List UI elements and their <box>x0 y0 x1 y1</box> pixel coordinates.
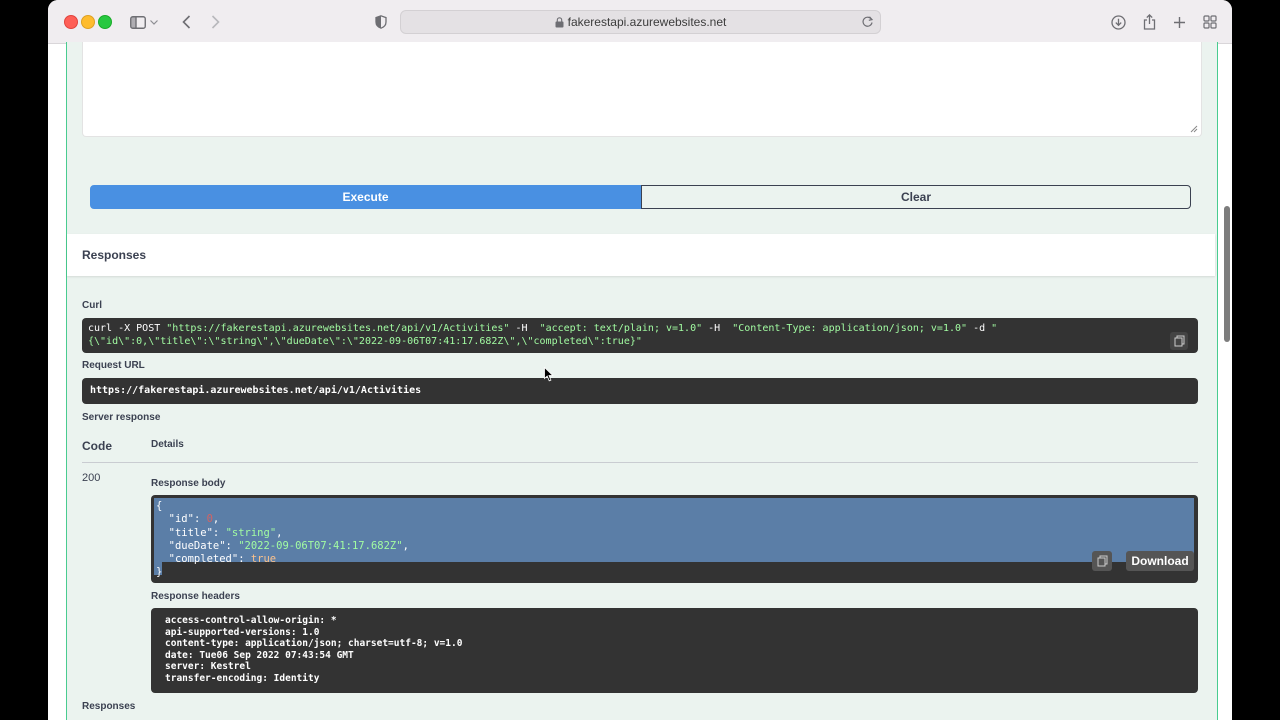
curl-flag: -H <box>702 323 733 334</box>
response-body[interactable]: { "id": 0, "title": "string", "dueDate":… <box>151 495 1198 583</box>
download-button[interactable]: Download <box>1126 551 1194 571</box>
copy-icon[interactable] <box>1170 332 1188 350</box>
header-line: content-type: application/json; charset=… <box>165 638 463 650</box>
curl-label: Curl <box>82 300 102 311</box>
header-line: access-control-allow-origin: * <box>165 615 337 626</box>
responses-header: Responses <box>67 234 1215 276</box>
json-brace: } <box>156 566 163 579</box>
curl-accept-header: "accept: text/plain; v=1.0" <box>539 323 703 334</box>
status-code: 200 <box>82 472 101 484</box>
curl-url: "https://fakerestapi.azurewebsites.net/a… <box>166 323 510 334</box>
lock-icon <box>555 16 564 27</box>
curl-command[interactable]: curl -X POST "https://fakerestapi.azurew… <box>82 318 1198 353</box>
curl-quote: " <box>991 323 998 334</box>
execute-button[interactable]: Execute <box>90 185 641 209</box>
request-url-value: https://fakerestapi.azurewebsites.net/ap… <box>90 385 422 396</box>
header-line: transfer-encoding: Identity <box>165 672 320 684</box>
json-string: "string" <box>225 526 277 539</box>
response-headers[interactable]: access-control-allow-origin: * api-suppo… <box>151 608 1198 693</box>
url-text: fakerestapi.azurewebsites.net <box>567 15 727 29</box>
table-divider <box>82 462 1198 463</box>
address-bar[interactable]: fakerestapi.azurewebsites.net <box>400 10 881 34</box>
request-body-textarea[interactable] <box>82 42 1202 137</box>
privacy-shield-icon[interactable] <box>371 12 391 32</box>
mouse-cursor-icon <box>544 367 554 382</box>
json-key: "id" <box>156 513 194 526</box>
response-json: { "id": 0, "title": "string", "dueDate":… <box>156 500 409 579</box>
json-boolean: true <box>250 553 277 566</box>
zoom-window-button[interactable] <box>98 15 112 29</box>
header-line: date: Tue06 Sep 2022 07:43:54 GMT <box>165 649 354 661</box>
forward-icon[interactable] <box>205 12 225 32</box>
sidebar-icon[interactable] <box>128 12 148 32</box>
new-tab-icon[interactable] <box>1169 12 1189 32</box>
json-key: "completed" <box>156 553 239 566</box>
request-url-label: Request URL <box>82 360 145 371</box>
clear-button[interactable]: Clear <box>641 185 1191 209</box>
tab-overview-icon[interactable] <box>1200 12 1220 32</box>
page-content: Execute Clear Responses Curl curl -X POS… <box>48 42 1232 720</box>
responses-footer-label: Responses <box>82 701 136 712</box>
header-line: server: Kestrel <box>165 661 251 673</box>
json-string: "2022-09-06T07:41:17.682Z" <box>238 539 403 552</box>
header-line: api-supported-versions: 1.0 <box>165 626 320 638</box>
post-operation-block: Execute Clear Responses Curl curl -X POS… <box>66 42 1218 720</box>
details-column-header: Details <box>151 439 184 450</box>
chevron-down-icon[interactable] <box>148 12 160 32</box>
curl-data: {\"id\":0,\"title\":\"string\",\"dueDate… <box>88 336 642 347</box>
responses-title: Responses <box>82 248 147 262</box>
server-response-label: Server response <box>82 412 161 423</box>
close-window-button[interactable] <box>64 15 78 29</box>
browser-window: fakerestapi.azurewebsites.net Execute Cl… <box>48 0 1232 720</box>
curl-content-type-header: "Content-Type: application/json; v=1.0" <box>732 323 968 334</box>
share-icon[interactable] <box>1139 12 1159 32</box>
request-url-box[interactable]: https://fakerestapi.azurewebsites.net/ap… <box>82 378 1198 404</box>
scrollbar[interactable] <box>1224 206 1230 342</box>
reload-icon[interactable] <box>861 15 874 28</box>
curl-flag: -d <box>967 323 992 334</box>
json-key: "dueDate" <box>156 539 226 552</box>
browser-toolbar: fakerestapi.azurewebsites.net <box>48 0 1232 44</box>
response-headers-label: Response headers <box>151 591 240 602</box>
code-column-header: Code <box>82 439 112 453</box>
minimize-window-button[interactable] <box>81 15 95 29</box>
response-body-label: Response body <box>151 478 226 489</box>
json-key: "title" <box>156 526 213 539</box>
curl-text: curl -X POST <box>88 323 167 334</box>
curl-flag: -H <box>509 323 540 334</box>
copy-icon[interactable] <box>1092 551 1112 571</box>
back-icon[interactable] <box>176 12 196 32</box>
json-brace: { <box>156 500 163 512</box>
downloads-icon[interactable] <box>1108 12 1128 32</box>
resize-handle-icon[interactable] <box>1190 125 1198 133</box>
